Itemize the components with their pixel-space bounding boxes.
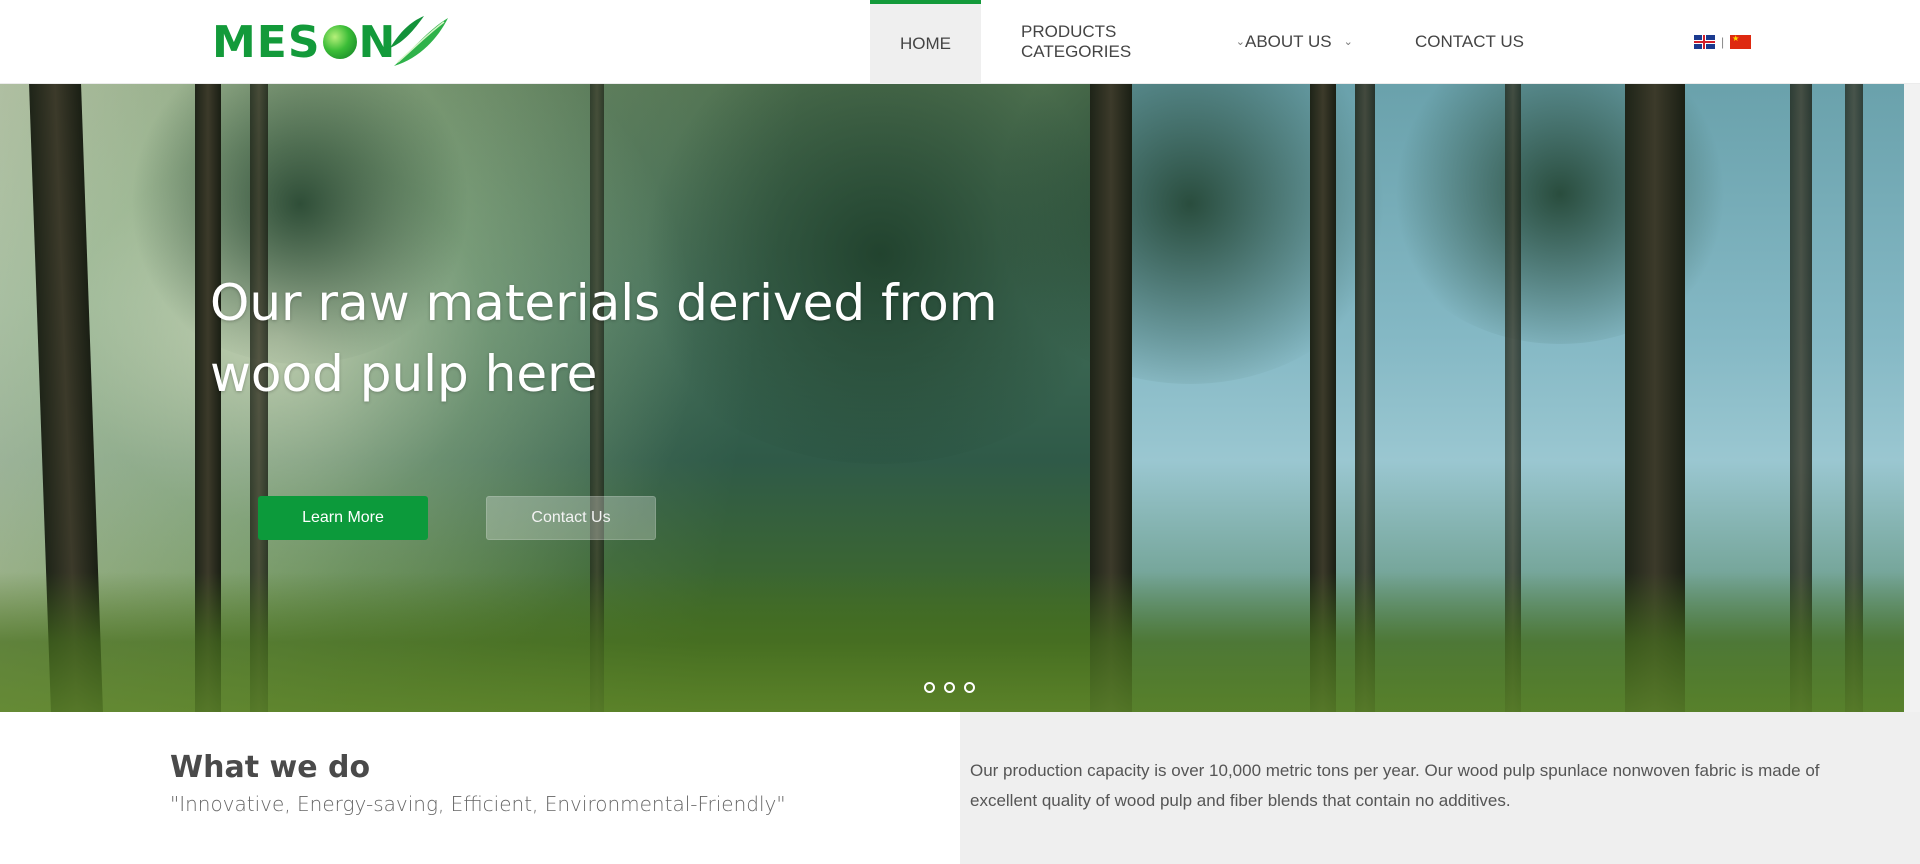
logo-globe-icon <box>322 25 357 59</box>
main-nav: HOME PRODUCTS CATEGORIES ⌄ ABOUT US ⌄ CO… <box>870 0 1524 84</box>
what-we-do-section: What we do "Innovative, Energy-saving, E… <box>0 712 960 864</box>
site-header: MES N HOME PRODUCTS CATEGORIES ⌄ ABOUT US… <box>0 0 1920 84</box>
language-switcher: | <box>1694 35 1752 49</box>
lang-separator: | <box>1721 35 1725 49</box>
nav-products-label: PRODUCTS CATEGORIES <box>1021 22 1132 61</box>
slide-dot-1[interactable] <box>924 682 935 693</box>
logo-wordmark: MES N <box>212 16 397 68</box>
learn-more-button[interactable]: Learn More <box>258 496 428 540</box>
hero-edge-strip <box>1904 84 1920 712</box>
nav-home-label: HOME <box>900 34 951 53</box>
what-we-do-title: What we do <box>170 750 371 785</box>
hero-title: Our raw materials derived from wood pulp… <box>210 274 998 403</box>
what-we-do-subtitle: "Innovative, Energy-saving, Efficient, E… <box>170 792 786 816</box>
nav-home[interactable]: HOME <box>870 0 981 84</box>
english-flag-icon[interactable] <box>1694 35 1715 49</box>
slide-dot-3[interactable] <box>964 682 975 693</box>
contact-us-button[interactable]: Contact Us <box>486 496 656 540</box>
nav-contact-label: CONTACT US <box>1415 32 1524 51</box>
description-panel: Our production capacity is over 10,000 m… <box>960 712 1920 864</box>
nav-products-categories[interactable]: PRODUCTS CATEGORIES ⌄ <box>981 0 1245 84</box>
slider-pagination <box>924 682 975 693</box>
hero-slider: Our raw materials derived from wood pulp… <box>0 84 1904 712</box>
meson-logo[interactable]: MES N <box>212 10 462 74</box>
slide-dot-2[interactable] <box>944 682 955 693</box>
production-description: Our production capacity is over 10,000 m… <box>970 761 1820 810</box>
chevron-down-icon: ⌄ <box>1343 35 1353 48</box>
nav-about-us[interactable]: ABOUT US ⌄ <box>1245 0 1415 84</box>
chevron-down-icon: ⌄ <box>1235 35 1245 48</box>
chinese-flag-icon[interactable] <box>1730 35 1752 49</box>
leaf-icon <box>390 16 449 66</box>
nav-contact-us[interactable]: CONTACT US <box>1415 0 1524 84</box>
nav-about-label: ABOUT US <box>1245 32 1332 51</box>
